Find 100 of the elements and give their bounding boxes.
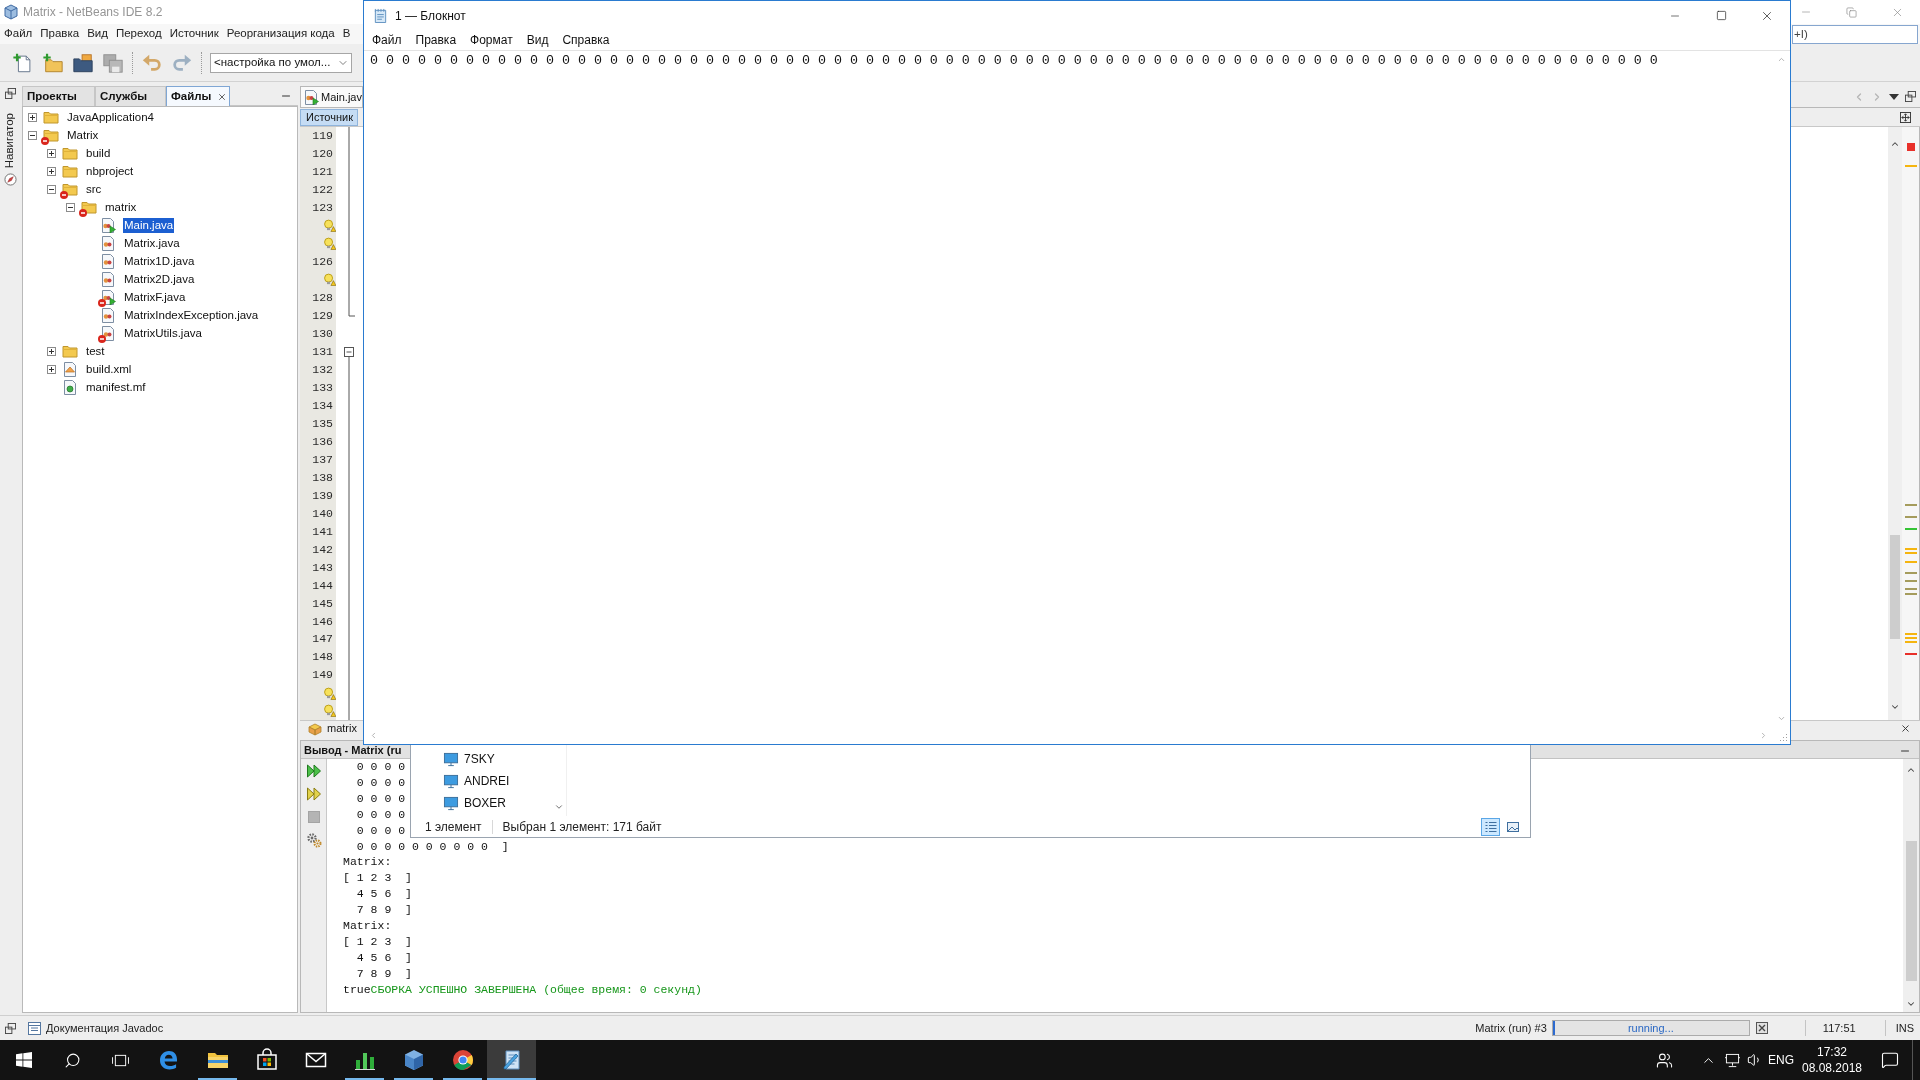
breadcrumb-item[interactable]: matrix	[308, 720, 357, 737]
menu-item[interactable]: Файл	[365, 31, 409, 49]
tree-item[interactable]: MatrixUtils.java	[123, 325, 203, 341]
expand-toggle-icon[interactable]	[46, 166, 56, 176]
collapse-toggle-icon[interactable]	[46, 184, 56, 194]
panel-tab[interactable]: Службы	[95, 86, 166, 106]
nav-item[interactable]: BOXER	[464, 794, 506, 812]
open-folder-icon[interactable]	[72, 51, 94, 74]
close-icon[interactable]	[1900, 723, 1911, 734]
manifest-file-icon	[62, 379, 78, 395]
new-file-icon[interactable]	[12, 51, 34, 74]
menu-item[interactable]: Правка	[36, 25, 84, 43]
tree-item[interactable]: Matrix.java	[123, 235, 181, 251]
scroll-thumb[interactable]	[1890, 535, 1900, 639]
line-number: 126	[312, 254, 333, 271]
line-number: 143	[312, 559, 333, 576]
tree-item[interactable]: test	[85, 343, 106, 359]
expand-toggle-icon[interactable]	[46, 364, 56, 374]
line-number: 139	[312, 487, 333, 504]
class-file-play-icon	[303, 89, 319, 105]
tree-item[interactable]: build	[85, 145, 112, 161]
document-window-icon	[28, 1021, 41, 1035]
tree-item[interactable]: manifest.mf	[85, 379, 147, 395]
line-number: 145	[312, 595, 333, 612]
menu-item[interactable]: В	[338, 25, 355, 43]
new-folder-icon[interactable]	[42, 51, 64, 74]
configuration-dropdown[interactable]: <настройка по умол...	[210, 52, 352, 73]
people-icon[interactable]	[1655, 1051, 1673, 1069]
navigator-tab[interactable]: Навигатор	[1, 113, 19, 187]
expand-toggle-icon[interactable]	[27, 112, 37, 122]
compass-icon	[3, 173, 17, 187]
chevron-down-icon[interactable]	[1890, 702, 1900, 712]
menu-item[interactable]: Источник	[165, 25, 223, 43]
menu-item[interactable]: Файл	[0, 25, 37, 43]
nav-item[interactable]: ANDREI	[464, 772, 510, 790]
maximize-icon[interactable]	[1715, 10, 1727, 21]
tree-item[interactable]: build.xml	[85, 361, 133, 377]
output-line: 0 0 0 0	[355, 790, 406, 807]
tree-item[interactable]: Matrix	[66, 127, 100, 143]
editor-tab[interactable]: Main.jav	[300, 86, 363, 107]
restore-window-icon[interactable]	[1905, 91, 1916, 102]
gears-icon[interactable]	[305, 832, 322, 848]
language-indicator[interactable]: ENG	[1766, 1051, 1796, 1069]
collapse-toggle-icon[interactable]	[65, 202, 75, 212]
menu-item[interactable]: Правка	[408, 31, 464, 49]
view-tab[interactable]: Источник	[300, 108, 358, 126]
chevron-down-icon[interactable]	[1906, 999, 1916, 1009]
search-icon[interactable]	[63, 1051, 81, 1069]
scroll-thumb[interactable]	[1905, 841, 1917, 981]
restore-window-icon[interactable]	[5, 1022, 16, 1034]
tree-item[interactable]: Main.java	[123, 217, 175, 233]
tree-item[interactable]: Matrix1D.java	[123, 253, 196, 269]
expand-toggle-icon[interactable]	[46, 346, 56, 356]
close-box-icon[interactable]	[1755, 1022, 1768, 1034]
chevron-down-icon[interactable]	[554, 802, 564, 812]
folder-icon	[43, 109, 59, 125]
details-view-button[interactable]	[1481, 817, 1500, 836]
menu-item[interactable]: Справка	[555, 31, 617, 49]
menu-item[interactable]: Формат	[463, 31, 520, 49]
line-number: 136	[312, 433, 333, 450]
class-file-play-icon	[100, 217, 116, 233]
collapse-toggle-icon[interactable]	[27, 130, 37, 140]
panel-tab[interactable]: Проекты	[22, 86, 95, 106]
line-number: 142	[312, 541, 333, 558]
tree-item[interactable]: Matrix2D.java	[123, 271, 196, 287]
tree-item[interactable]: MatrixIndexException.java	[123, 307, 260, 323]
tree-item[interactable]: nbproject	[85, 163, 135, 179]
search-field[interactable]: +I)	[1792, 24, 1918, 44]
xml-file-icon	[62, 361, 78, 377]
text-area[interactable]: 0 0 0 0 0 0 0 0 0 0 0 0 0 0 0 0 0 0 0 0 0 0 0 0 0 0 0 0 0 0 0 0 0 0 0 0 0 0 0 0 0 0 0 0 0 0 0 0 0 0 0 0 0 0 0 0 0 0 0 0 0 0 0 0 0 0 0 0 0 0 0 0 0 0 0 0 0 0 0 0 0	[364, 51, 1773, 727]
caret-position: 117:51	[1822, 1020, 1856, 1036]
close-icon[interactable]	[217, 91, 228, 102]
start-icon[interactable]	[16, 1052, 32, 1068]
folder-icon	[81, 199, 97, 215]
line-number: 147	[312, 631, 333, 648]
line-number: 130	[312, 326, 333, 342]
restore-window-icon[interactable]	[4, 88, 16, 99]
taskbar-button[interactable]	[487, 1040, 536, 1080]
tree-item[interactable]: MatrixF.java	[123, 289, 187, 305]
line-number: 132	[312, 361, 333, 378]
menu-item[interactable]: Вид	[519, 31, 556, 49]
notification-icon[interactable]	[1881, 1051, 1899, 1069]
lightbulb-warning-icon	[323, 219, 336, 233]
output-tab[interactable]: Вывод - Matrix (ru	[301, 742, 402, 759]
menu-item[interactable]: Вид	[83, 25, 112, 43]
nav-item[interactable]: 7SKY	[464, 750, 495, 768]
task-view-icon[interactable]	[110, 1052, 130, 1068]
menu-item[interactable]: Переход	[111, 25, 166, 43]
expand-toggle-icon[interactable]	[46, 148, 56, 158]
double-play-icon[interactable]	[305, 763, 322, 779]
tree-item[interactable]: src	[85, 181, 103, 197]
clock[interactable]: 17:32 08.08.2018	[1796, 1040, 1868, 1080]
network-icon[interactable]	[1723, 1052, 1741, 1068]
tree-item[interactable]: matrix	[104, 199, 138, 215]
split-arrows-icon[interactable]	[1900, 111, 1911, 123]
double-play-icon[interactable]	[305, 786, 322, 802]
panel-tab[interactable]: Файлы	[166, 86, 230, 106]
caret-down-icon[interactable]	[1889, 93, 1899, 100]
tree-item[interactable]: JavaApplication4	[66, 109, 155, 125]
menu-item[interactable]: Реорганизация кода	[222, 25, 339, 43]
